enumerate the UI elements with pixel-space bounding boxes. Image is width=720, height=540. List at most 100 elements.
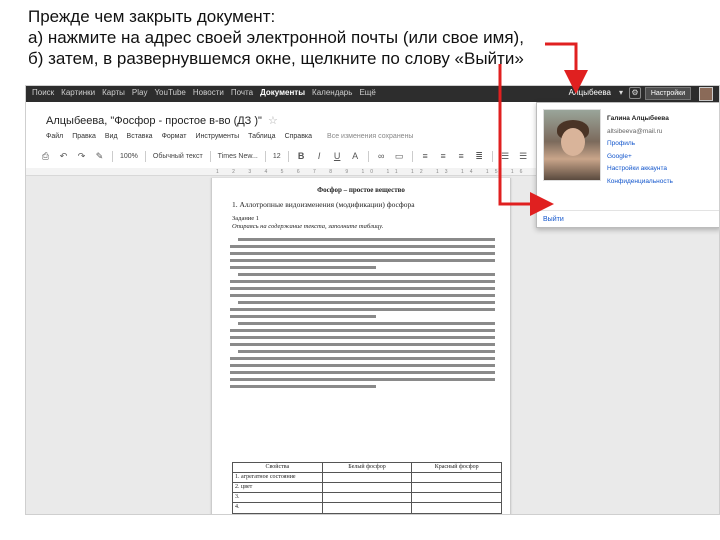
chevron-down-icon[interactable]: ▾ (619, 88, 623, 97)
google-bar: Поиск Картинки Карты Play YouTube Новост… (26, 86, 719, 102)
account-info: Галина Алцыбеева altsibeeva@mail.ru Проф… (607, 113, 673, 188)
table-row[interactable]: 2. цвет (233, 483, 501, 493)
body-text (230, 238, 495, 392)
table-row[interactable]: 1. агрегатное состояние (233, 473, 501, 483)
task-description: Опираясь на содержание текста, заполните… (232, 223, 384, 230)
toolbar-divider (367, 150, 369, 162)
nav-item[interactable]: Ещё (359, 88, 375, 97)
avatar[interactable] (699, 87, 713, 101)
instructions: Прежде чем закрыть документ: а) нажмите … (28, 6, 628, 69)
profile-photo[interactable] (543, 109, 601, 181)
numbered-list-icon[interactable]: ☰ (500, 151, 511, 162)
toolbar-divider (144, 150, 146, 162)
nav-item[interactable]: Поиск (32, 88, 54, 97)
table-cell[interactable]: 1. агрегатное состояние (233, 473, 323, 482)
section-heading: 1. Аллотропные видоизменения (модификаци… (232, 200, 415, 209)
table-row[interactable]: 4. (233, 503, 501, 513)
style-select[interactable]: Обычный текст (153, 153, 203, 160)
zoom-select[interactable]: 100% (120, 153, 138, 160)
table-cell[interactable]: 3. (233, 493, 323, 502)
comment-icon[interactable]: ▭ (394, 151, 405, 162)
link-icon[interactable]: ∞ (376, 151, 387, 161)
instruction-line-1: Прежде чем закрыть документ: (28, 7, 276, 26)
google-plus-link[interactable]: Google+ (607, 151, 673, 164)
toolbar-divider (287, 150, 289, 162)
redo-icon[interactable]: ↷ (76, 151, 87, 162)
table-cell[interactable] (323, 493, 413, 502)
nav-item[interactable]: Новости (193, 88, 224, 97)
table-cell[interactable] (323, 483, 413, 492)
menu-bar: Файл Правка Вид Вставка Формат Инструмен… (46, 133, 413, 140)
table-cell[interactable] (323, 473, 413, 482)
popup-divider (537, 210, 719, 211)
menu-edit[interactable]: Правка (72, 133, 96, 140)
undo-icon[interactable]: ↶ (58, 151, 69, 162)
table-cell[interactable] (412, 493, 501, 502)
table-cell[interactable]: 2. цвет (233, 483, 323, 492)
table-cell[interactable] (412, 503, 501, 513)
justify-icon[interactable]: ≣ (474, 151, 485, 162)
font-select[interactable]: Times New... (218, 153, 258, 160)
nav-item[interactable]: Карты (102, 88, 125, 97)
nav-item[interactable]: Картинки (61, 88, 95, 97)
bold-icon[interactable]: B (296, 151, 307, 161)
bulleted-list-icon[interactable]: ☰ (518, 151, 529, 162)
browser-screenshot: Поиск Картинки Карты Play YouTube Новост… (25, 85, 720, 515)
instruction-line-2: а) нажмите на адрес своей электронной по… (28, 28, 524, 47)
doc-title-row: Алцыбеева, "Фосфор - простое в-во (ДЗ )"… (46, 114, 278, 128)
settings-button[interactable]: Настройки (645, 87, 691, 100)
account-name: Галина Алцыбеева (607, 115, 669, 122)
toolbar-divider (264, 150, 266, 162)
profile-link[interactable]: Профиль (607, 138, 673, 151)
table-header: Белый фосфор (323, 463, 413, 472)
menu-help[interactable]: Справка (285, 133, 312, 140)
google-nav: Поиск Картинки Карты Play YouTube Новост… (32, 88, 376, 97)
italic-icon[interactable]: I (314, 151, 325, 161)
nav-item[interactable]: Play (132, 88, 148, 97)
page-heading: Фосфор – простое вещество (317, 186, 405, 194)
table-header: Свойства (233, 463, 323, 472)
toolbar-divider (209, 150, 211, 162)
table-cell[interactable] (412, 483, 501, 492)
table-cell[interactable]: 4. (233, 503, 323, 513)
gear-icon[interactable]: ⚙ (629, 87, 641, 99)
privacy-link[interactable]: Конфиденциальность (607, 176, 673, 189)
star-icon[interactable]: ☆ (268, 114, 278, 127)
account-name-button[interactable]: Алцыбеева (569, 88, 611, 97)
font-size-select[interactable]: 12 (273, 153, 281, 160)
nav-item[interactable]: YouTube (154, 88, 185, 97)
paint-format-icon[interactable]: ✎ (94, 151, 105, 162)
nav-item[interactable]: Почта (231, 88, 253, 97)
menu-view[interactable]: Вид (105, 133, 118, 140)
nav-item-documents[interactable]: Документы (260, 88, 305, 97)
menu-tools[interactable]: Инструменты (195, 133, 239, 140)
table-row[interactable]: 3. (233, 493, 501, 503)
align-right-icon[interactable]: ≡ (456, 151, 467, 161)
properties-table[interactable]: Свойства Белый фосфор Красный фосфор 1. … (232, 462, 502, 514)
print-icon[interactable]: ⎙ (40, 151, 51, 162)
save-status: Все изменения сохранены (327, 133, 414, 140)
table-header: Красный фосфор (434, 464, 479, 470)
align-center-icon[interactable]: ≡ (438, 151, 449, 161)
toolbar-divider (491, 150, 493, 162)
toolbar-divider (411, 150, 413, 162)
underline-icon[interactable]: U (332, 151, 343, 161)
document-page[interactable]: Фосфор – простое вещество 1. Аллотропные… (211, 178, 511, 514)
logout-link[interactable]: Выйти (543, 216, 564, 223)
instruction-line-3: б) затем, в развернувшемся окне, щелкнит… (28, 49, 524, 68)
menu-format[interactable]: Формат (162, 133, 187, 140)
document-title[interactable]: Алцыбеева, "Фосфор - простое в-во (ДЗ )" (46, 115, 262, 127)
task-label: Задание 1 (232, 215, 260, 222)
table-cell[interactable] (412, 473, 501, 482)
text-color-icon[interactable]: A (350, 151, 361, 161)
menu-file[interactable]: Файл (46, 133, 63, 140)
menu-insert[interactable]: Вставка (127, 133, 153, 140)
account-popup: Галина Алцыбеева altsibeeva@mail.ru Проф… (536, 102, 719, 228)
table-cell[interactable] (323, 503, 413, 513)
table-header-row: Свойства Белый фосфор Красный фосфор (233, 463, 501, 473)
menu-table[interactable]: Таблица (248, 133, 275, 140)
nav-item[interactable]: Календарь (312, 88, 352, 97)
align-left-icon[interactable]: ≡ (420, 151, 431, 161)
account-settings-link[interactable]: Настройки аккаунта (607, 163, 673, 176)
toolbar-divider (112, 150, 113, 162)
